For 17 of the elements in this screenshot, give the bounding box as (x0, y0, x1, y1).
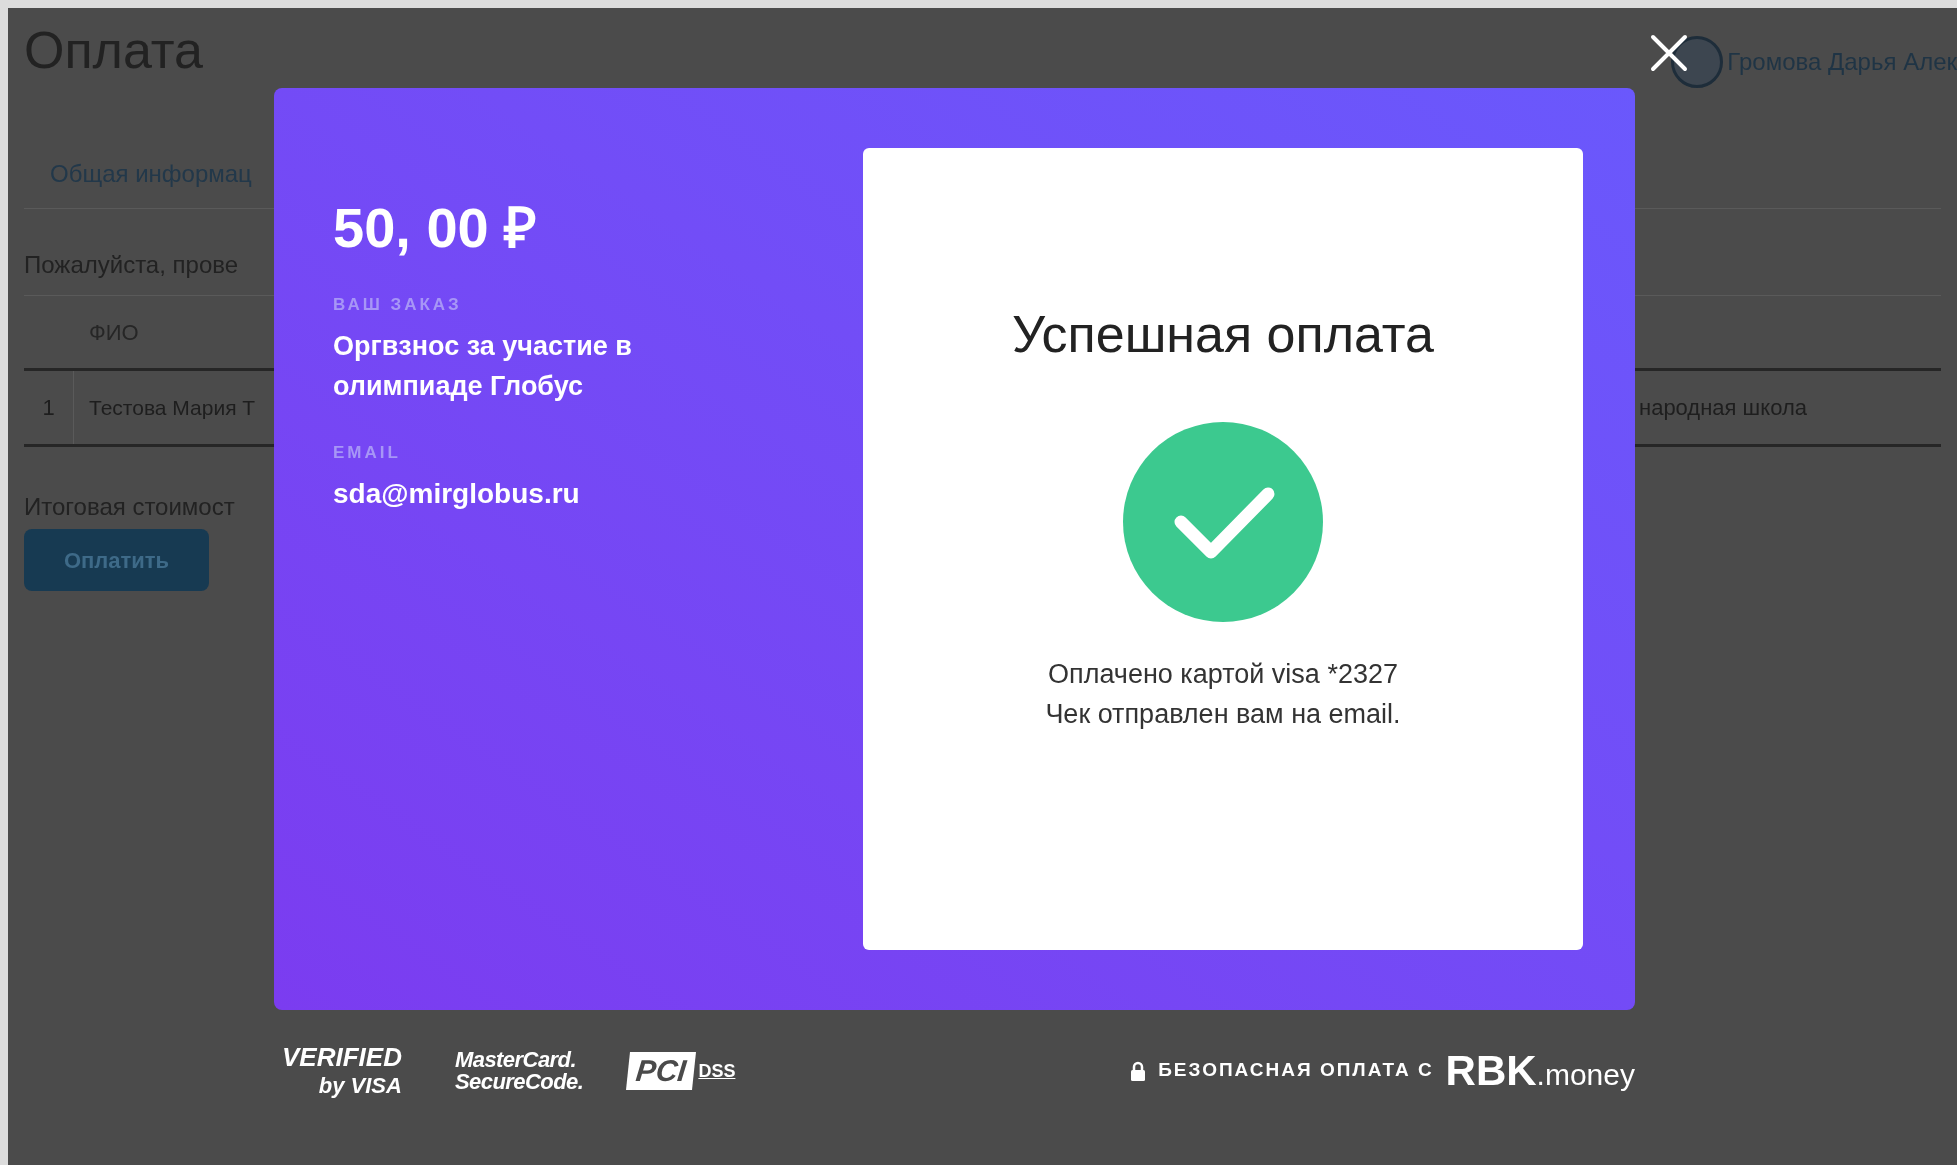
order-label: ВАШ ЗАКАЗ (333, 294, 463, 316)
result-message: Оплачено картой visa *2327 (1048, 658, 1398, 691)
rbk-money-logo: RBK.money (1445, 1049, 1635, 1092)
avatar-icon (1671, 36, 1724, 88)
mastercard-securecode-logo: MasterCard. SecureCode. (454, 1048, 584, 1093)
close-icon[interactable] (1650, 34, 1688, 72)
pci-dss-logo: PCI DSS (628, 1051, 736, 1090)
result-title: Успешная оплата (1012, 308, 1434, 360)
checkmark-circle-icon (1123, 422, 1323, 622)
amount: 50, 00 ₽ (333, 200, 539, 256)
lock-icon (1130, 1060, 1147, 1081)
secure-payment-text: БЕЗОПАСНАЯ ОПЛАТА С (1158, 1058, 1434, 1083)
result-message: Чек отправлен вам на email. (1045, 698, 1401, 731)
email-value: sda@mirglobus.ru (333, 477, 581, 511)
order-description: Оргвзнос за участие в олимпиаде Глобус (333, 329, 633, 403)
verified-by-visa-logo: VERIFIED by VISA (281, 1043, 403, 1099)
email-label: EMAIL (333, 441, 402, 464)
